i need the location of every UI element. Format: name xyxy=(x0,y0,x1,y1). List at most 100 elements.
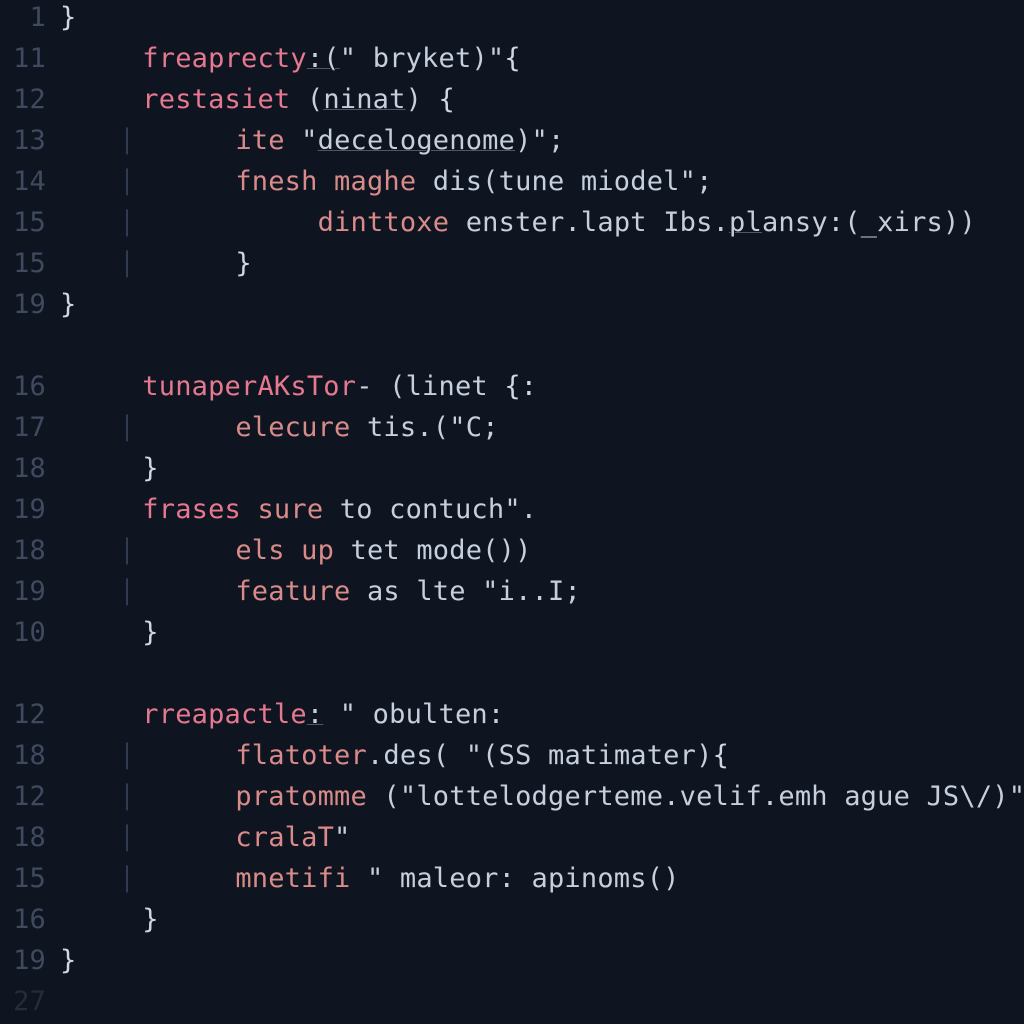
code-line[interactable]: 18 ⎸ flatoter.des( "(SS matimater){ xyxy=(0,740,1024,781)
token: lapt xyxy=(581,207,647,238)
token: :( xyxy=(828,207,861,238)
token: .des( xyxy=(367,740,466,771)
token: linet xyxy=(406,371,488,402)
code-content[interactable]: } xyxy=(60,453,1024,484)
indent-guide: ⎸ xyxy=(60,248,235,279)
code-line[interactable]: 19 frases sure to contuch". xyxy=(0,494,1024,535)
code-content[interactable]: freaprecty:(" bryket)"{ xyxy=(60,43,1024,74)
token: ite xyxy=(235,125,284,156)
token: dinttoxe xyxy=(318,207,450,238)
code-line[interactable]: 18 ⎸ els up tet mode()) xyxy=(0,535,1024,576)
code-line[interactable]: 18 } xyxy=(0,453,1024,494)
line-number: 27 xyxy=(0,986,60,1017)
token: "; xyxy=(680,166,713,197)
token: " maleor: apinoms() xyxy=(351,863,680,894)
token: rreapactle xyxy=(142,699,307,730)
token: tune miodel xyxy=(499,166,680,197)
code-line[interactable]: 18 ⎸ cralaT" xyxy=(0,822,1024,863)
indent-guide: ⎸ xyxy=(60,740,235,771)
line-number: 16 xyxy=(0,371,60,402)
line-number: 19 xyxy=(0,945,60,976)
token: feature xyxy=(235,576,350,607)
code-line[interactable]: 19} xyxy=(0,289,1024,330)
code-line[interactable]: 16 } xyxy=(0,904,1024,945)
token: { xyxy=(439,84,455,115)
token: dis( xyxy=(416,166,498,197)
line-number: 19 xyxy=(0,494,60,525)
code-line[interactable]: 11 freaprecty:(" bryket)"{ xyxy=(0,43,1024,84)
token: ) xyxy=(406,84,439,115)
indent-guide: ⎸ xyxy=(60,863,235,894)
token: : xyxy=(307,699,323,730)
line-number: 13 xyxy=(0,125,60,156)
code-content[interactable]: } xyxy=(60,617,1024,648)
code-content[interactable]: ⎸ mnetifi " maleor: apinoms() xyxy=(60,863,1024,895)
code-content[interactable]: ⎸ } xyxy=(60,248,1024,280)
code-line[interactable]: 19} xyxy=(0,945,1024,986)
code-line[interactable]: 15 ⎸ dinttoxe enster.lapt Ibs.plansy:(_x… xyxy=(0,207,1024,248)
token: tunaperAKsTor xyxy=(142,371,356,402)
line-number: 17 xyxy=(0,412,60,443)
code-content[interactable]: } xyxy=(60,904,1024,935)
token: as lte xyxy=(351,576,483,607)
code-content[interactable]: ⎸ flatoter.des( "(SS matimater){ xyxy=(60,740,1024,772)
indent-guide: ⎸ xyxy=(60,207,318,238)
token: : xyxy=(488,699,504,730)
code-line[interactable]: 12 rreapactle: " obulten: xyxy=(0,699,1024,740)
code-line[interactable]: 16 tunaperAKsTor- (linet {: xyxy=(0,371,1024,412)
code-line[interactable]: 15 ⎸ } xyxy=(0,248,1024,289)
token: . xyxy=(713,207,729,238)
token: :( xyxy=(307,43,340,74)
code-line[interactable]: 14 ⎸ fnesh maghe dis(tune miodel"; xyxy=(0,166,1024,207)
code-line[interactable] xyxy=(0,658,1024,699)
token: .( xyxy=(416,412,449,443)
token: } xyxy=(60,289,76,320)
indent-guide: ⎸ xyxy=(60,822,235,853)
code-content[interactable]: frases sure to contuch". xyxy=(60,494,1024,525)
token: sure xyxy=(241,494,323,525)
token: " xyxy=(340,43,356,74)
token: " obulten xyxy=(323,699,488,730)
code-line[interactable]: 1} xyxy=(0,2,1024,43)
code-line[interactable]: 10 } xyxy=(0,617,1024,658)
line-number: 19 xyxy=(0,576,60,607)
code-editor[interactable]: 1}11 freaprecty:(" bryket)"{12 restasiet… xyxy=(0,0,1024,1024)
code-content[interactable]: ⎸ dinttoxe enster.lapt Ibs.plansy:(_xirs… xyxy=(60,207,1024,239)
token: tis xyxy=(351,412,417,443)
code-content[interactable]: } xyxy=(60,289,1024,320)
code-content[interactable]: ⎸ feature as lte "i..I; xyxy=(60,576,1024,608)
code-content[interactable]: ⎸ els up tet mode()) xyxy=(60,535,1024,567)
token: "C xyxy=(449,412,482,443)
token: )" xyxy=(471,43,504,74)
code-line[interactable]: 12 restasiet (ninat) { xyxy=(0,84,1024,125)
code-content[interactable]: ⎸ ite "decelogenome)"; xyxy=(60,125,1024,157)
token: } xyxy=(60,945,76,976)
token: freaprecty xyxy=(142,43,307,74)
code-content[interactable]: } xyxy=(60,945,1024,976)
token: } xyxy=(142,453,158,484)
code-line[interactable]: 17 ⎸ elecure tis.("C; xyxy=(0,412,1024,453)
line-number: 12 xyxy=(0,781,60,812)
token: tet mode()) xyxy=(334,535,531,566)
code-line[interactable] xyxy=(0,330,1024,371)
code-line[interactable]: 12 ⎸ pratomme ("lottelodgerteme.velif.em… xyxy=(0,781,1024,822)
code-content[interactable]: } xyxy=(60,2,1024,33)
code-line[interactable]: 19 ⎸ feature as lte "i..I; xyxy=(0,576,1024,617)
token: maghe xyxy=(318,166,417,197)
token: ( xyxy=(373,371,406,402)
line-number: 15 xyxy=(0,207,60,238)
code-line[interactable]: 13 ⎸ ite "decelogenome)"; xyxy=(0,125,1024,166)
code-content[interactable]: ⎸ cralaT" xyxy=(60,822,1024,854)
code-line[interactable]: 27 xyxy=(0,986,1024,1024)
token: flatoter xyxy=(235,740,367,771)
token: . xyxy=(564,207,580,238)
code-content[interactable]: restasiet (ninat) { xyxy=(60,84,1024,115)
code-content[interactable]: ⎸ pratomme ("lottelodgerteme.velif.emh a… xyxy=(60,781,1024,813)
code-content[interactable]: rreapactle: " obulten: xyxy=(60,699,1024,730)
code-content[interactable]: ⎸ elecure tis.("C; xyxy=(60,412,1024,444)
token: ; xyxy=(564,576,580,607)
code-line[interactable]: 15 ⎸ mnetifi " maleor: apinoms() xyxy=(0,863,1024,904)
token: } xyxy=(142,617,158,648)
code-content[interactable]: ⎸ fnesh maghe dis(tune miodel"; xyxy=(60,166,1024,198)
code-content[interactable]: tunaperAKsTor- (linet {: xyxy=(60,371,1024,402)
